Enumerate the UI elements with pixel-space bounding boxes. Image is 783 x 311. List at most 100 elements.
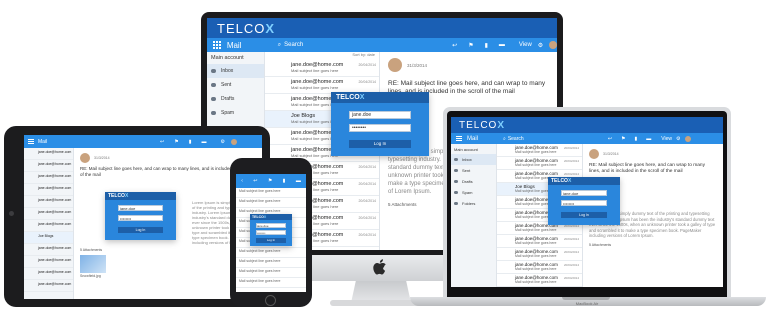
reply-icon[interactable]: ↩ bbox=[608, 136, 612, 142]
message-row[interactable]: jane.doe@home.com20/04/2014Mail subject … bbox=[497, 157, 582, 170]
password-input[interactable]: •••••••• bbox=[256, 230, 286, 235]
message-row[interactable]: Mail subject line goes here bbox=[236, 278, 306, 288]
user-avatar[interactable] bbox=[230, 138, 237, 145]
folder-inbox[interactable]: Inbox bbox=[451, 154, 496, 165]
main-account-header[interactable]: Main account bbox=[451, 144, 496, 154]
reading-subject: RE: Mail subject line goes here, and can… bbox=[589, 163, 705, 174]
inbox-icon bbox=[211, 69, 216, 73]
search-icon[interactable]: ⌕ bbox=[503, 136, 506, 142]
message-row[interactable]: jane.doe@home.com bbox=[24, 208, 73, 220]
settings-icon[interactable]: ⚙ bbox=[220, 139, 224, 145]
password-input[interactable]: •••••••• bbox=[561, 200, 607, 206]
message-row[interactable]: jane.doe@home.com bbox=[24, 280, 73, 292]
login-button[interactable]: Log In bbox=[118, 227, 163, 233]
sender-avatar bbox=[388, 58, 402, 72]
folder-drafts[interactable]: Drafts bbox=[207, 92, 264, 106]
login-button[interactable]: Log In bbox=[256, 238, 286, 243]
app-grid-icon[interactable] bbox=[213, 41, 221, 49]
app-grid-icon[interactable] bbox=[456, 135, 462, 142]
search-input[interactable]: Search bbox=[508, 136, 608, 142]
reading-date: 31/3/2014 bbox=[407, 62, 428, 68]
delete-icon[interactable]: ▮ bbox=[485, 42, 488, 49]
delete-icon[interactable]: ▮ bbox=[635, 136, 638, 142]
username-input[interactable]: jane.doe bbox=[118, 205, 163, 211]
message-row[interactable]: jane.doe@home.com20/04/2014Mail subject … bbox=[265, 60, 379, 77]
message-row[interactable]: Mail subject line goes here bbox=[236, 268, 306, 278]
login-dialog: TELCO X jane.doe •••••••• Log In bbox=[105, 192, 176, 240]
flag-icon[interactable]: ⚑ bbox=[621, 136, 625, 142]
message-row[interactable]: jane.doe@home.com20/04/2014Mail subject … bbox=[497, 144, 582, 157]
username-input[interactable]: jane.doe bbox=[561, 190, 607, 196]
flag-icon[interactable]: ⚑ bbox=[174, 139, 178, 145]
inbox-icon bbox=[454, 158, 458, 161]
login-button[interactable]: Log In bbox=[349, 140, 411, 148]
view-menu[interactable]: View bbox=[661, 136, 672, 142]
phone-screen: ‹ ↩ ⚑ ▮ ▬ Mail subject line goes here Ma… bbox=[236, 174, 306, 292]
message-row[interactable]: jane.doe@home.com bbox=[24, 220, 73, 232]
folder-sent[interactable]: Sent bbox=[451, 165, 496, 176]
app-grid-icon[interactable] bbox=[28, 138, 34, 145]
message-row[interactable]: jane.doe@home.com bbox=[24, 172, 73, 184]
folder-icon[interactable]: ▬ bbox=[646, 136, 651, 142]
folder-icon[interactable]: ▬ bbox=[296, 178, 301, 184]
message-row[interactable]: Mail subject line goes here bbox=[236, 258, 306, 268]
message-row[interactable]: Mail subject line goes here bbox=[236, 248, 306, 258]
message-row[interactable]: jane.doe@home.com bbox=[24, 184, 73, 196]
flag-icon[interactable]: ⚑ bbox=[268, 178, 272, 184]
user-avatar[interactable] bbox=[549, 41, 557, 49]
back-icon[interactable]: ‹ bbox=[241, 178, 243, 184]
attachment-thumbnail[interactable] bbox=[80, 255, 106, 273]
folders-icon bbox=[454, 202, 458, 205]
delete-icon[interactable]: ▮ bbox=[283, 178, 286, 184]
settings-icon[interactable]: ⚙ bbox=[538, 42, 543, 49]
message-row[interactable]: jane.doe@home.com bbox=[24, 160, 73, 172]
message-row[interactable]: jane.doe@home.com20/04/2014Mail subject … bbox=[497, 235, 582, 248]
main-account-header[interactable]: Main account bbox=[207, 52, 264, 64]
folder-folders[interactable]: Folders bbox=[451, 198, 496, 209]
attachments-label[interactable]: 5 Attachments bbox=[589, 243, 717, 247]
settings-icon[interactable]: ⚙ bbox=[676, 136, 680, 142]
folder-sent[interactable]: Sent bbox=[207, 78, 264, 92]
folder-spam[interactable]: Spam bbox=[207, 106, 264, 120]
message-row-selected[interactable]: Joe Blogs bbox=[24, 232, 73, 244]
folder-inbox[interactable]: Inbox bbox=[207, 64, 264, 78]
message-row[interactable]: Mail subject line goes here bbox=[236, 198, 306, 208]
delete-icon[interactable]: ▮ bbox=[189, 139, 192, 145]
reading-date: 31/3/2014 bbox=[94, 156, 110, 160]
folder-icon[interactable]: ▬ bbox=[499, 42, 505, 48]
password-input[interactable]: •••••••• bbox=[118, 215, 163, 221]
apple-logo-icon bbox=[373, 259, 386, 275]
drafts-icon bbox=[211, 97, 216, 101]
macbook-screen: TELCOX Mail ⌕ Search ↩ ⚑ ▮ ▬ View ⚙ Main… bbox=[451, 117, 723, 287]
search-icon[interactable]: ⌕ bbox=[278, 42, 281, 49]
message-row[interactable]: Mail subject line goes here bbox=[236, 188, 306, 198]
folder-drafts[interactable]: Drafts bbox=[451, 176, 496, 187]
message-row[interactable]: jane.doe@home.com bbox=[24, 256, 73, 268]
username-input[interactable]: jane.doe bbox=[349, 111, 411, 119]
login-dialog: TELCO X jane.doe •••••••• Log In bbox=[250, 214, 292, 246]
user-avatar[interactable] bbox=[684, 135, 691, 142]
sort-control[interactable]: Sort by: date bbox=[265, 52, 379, 60]
folder-spam[interactable]: Spam bbox=[451, 187, 496, 198]
app-title: Mail bbox=[226, 40, 242, 50]
message-row[interactable]: jane.doe@home.com bbox=[24, 244, 73, 256]
reply-icon[interactable]: ↩ bbox=[452, 42, 457, 49]
folder-icon[interactable]: ▬ bbox=[201, 139, 206, 145]
message-row[interactable]: jane.doe@home.com bbox=[24, 148, 73, 160]
message-row[interactable]: jane.doe@home.com20/04/2014Mail subject … bbox=[497, 274, 582, 287]
drafts-icon bbox=[454, 180, 458, 183]
password-input[interactable]: •••••••• bbox=[349, 124, 411, 132]
phone-home-button[interactable] bbox=[265, 295, 276, 306]
search-input[interactable]: Search bbox=[284, 42, 450, 48]
message-row[interactable]: jane.doe@home.com bbox=[24, 196, 73, 208]
message-row[interactable]: jane.doe@home.com20/04/2014Mail subject … bbox=[497, 248, 582, 261]
flag-icon[interactable]: ⚑ bbox=[468, 42, 473, 49]
view-menu[interactable]: View bbox=[519, 42, 532, 48]
message-row[interactable]: jane.doe@home.com bbox=[24, 268, 73, 280]
reply-icon[interactable]: ↩ bbox=[160, 139, 164, 145]
message-row[interactable]: jane.doe@home.com20/04/2014Mail subject … bbox=[497, 261, 582, 274]
reply-icon[interactable]: ↩ bbox=[253, 178, 257, 184]
login-button[interactable]: Log In bbox=[561, 212, 607, 218]
username-input[interactable]: jane.doe bbox=[256, 223, 286, 228]
brand-logo: TELCOX bbox=[217, 20, 276, 36]
